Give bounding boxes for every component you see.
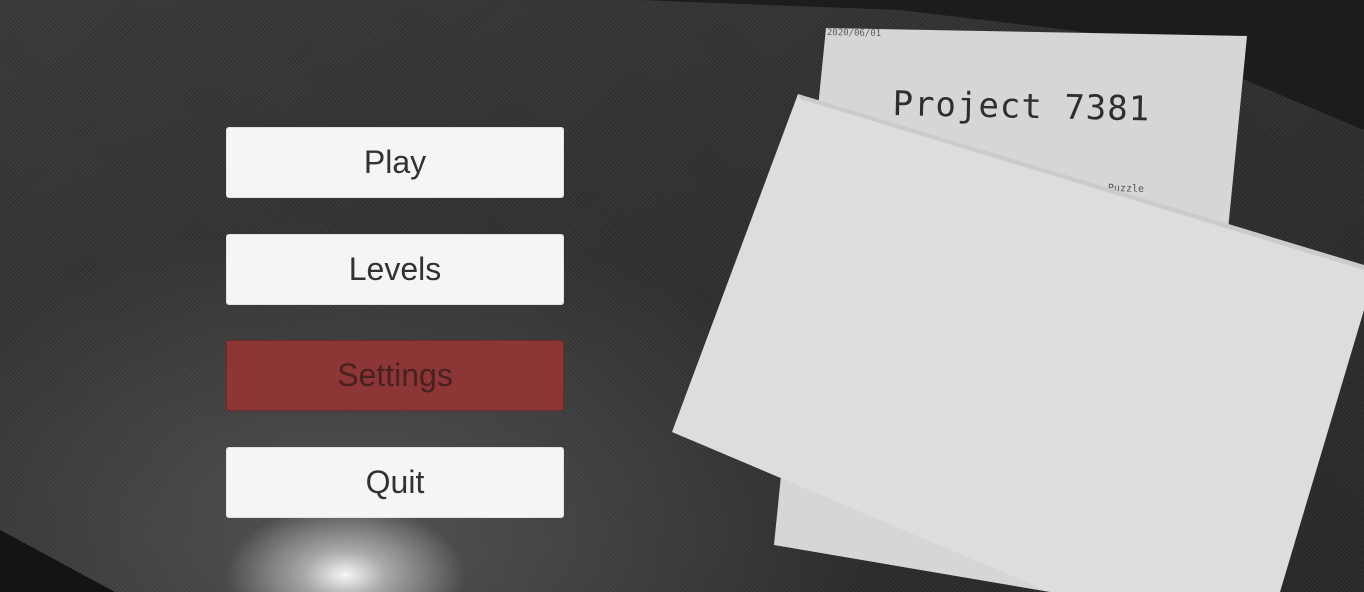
play-button[interactable]: Play (226, 127, 564, 198)
quit-button[interactable]: Quit (226, 447, 564, 518)
main-menu-scene: Play Levels Settings Quit 2020/06/01 Pro… (0, 0, 1364, 592)
levels-button[interactable]: Levels (226, 234, 564, 305)
paper-date: 2020/06/01 (826, 28, 882, 39)
settings-button[interactable]: Settings (226, 340, 564, 411)
game-title: Project 7381 (892, 84, 1151, 130)
